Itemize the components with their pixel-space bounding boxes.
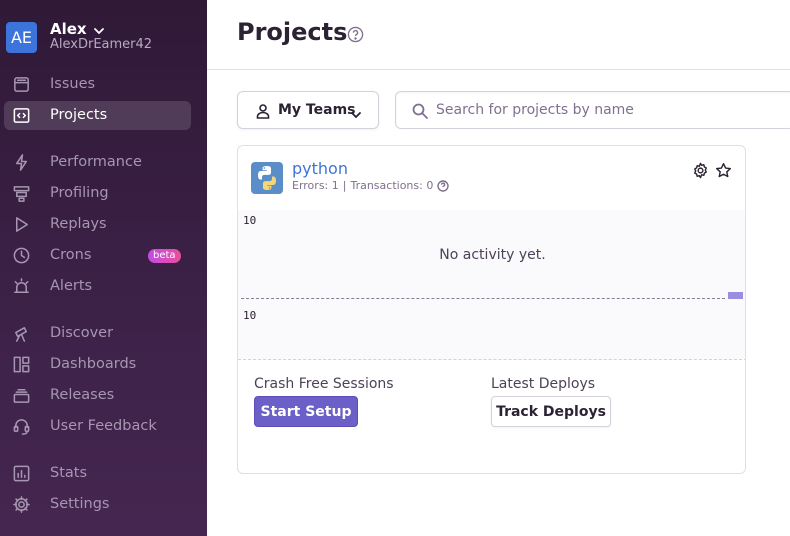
sidebar-item-profiling[interactable]: Profiling bbox=[4, 179, 191, 208]
help-icon[interactable] bbox=[437, 179, 450, 192]
sidebar-item-dashboards[interactable]: Dashboards bbox=[4, 350, 191, 379]
y-axis-top-label: 10 bbox=[243, 214, 257, 227]
activity-bar bbox=[728, 292, 743, 299]
sidebar-item-alerts[interactable]: Alerts bbox=[4, 272, 191, 301]
alerts-icon bbox=[12, 277, 31, 296]
releases-icon bbox=[12, 386, 31, 405]
sidebar: AE Alex AlexDrEamer42 Issues Projects Pe… bbox=[0, 0, 207, 536]
avatar: AE bbox=[6, 21, 37, 53]
errors-count: Errors: 1 bbox=[292, 179, 339, 192]
beta-badge: beta bbox=[148, 249, 181, 263]
crons-icon bbox=[12, 246, 31, 265]
sidebar-item-label: Stats bbox=[50, 465, 88, 481]
crash-free-sessions-label: Crash Free Sessions bbox=[254, 376, 394, 392]
user-icon bbox=[255, 103, 271, 119]
track-deploys-button[interactable]: Track Deploys bbox=[491, 396, 611, 427]
sidebar-item-performance[interactable]: Performance bbox=[4, 148, 191, 177]
sidebar-item-releases[interactable]: Releases bbox=[4, 381, 191, 410]
sidebar-item-user-feedback[interactable]: User Feedback bbox=[4, 412, 191, 441]
sidebar-item-label: Projects bbox=[50, 107, 108, 123]
performance-icon bbox=[12, 153, 31, 172]
sidebar-item-projects[interactable]: Projects bbox=[4, 101, 191, 130]
sidebar-item-label: Dashboards bbox=[50, 356, 137, 372]
sidebar-item-label: Crons bbox=[50, 247, 92, 263]
python-logo-icon bbox=[251, 162, 283, 194]
sidebar-item-label: Discover bbox=[50, 325, 114, 341]
chevron-down-icon bbox=[350, 106, 362, 119]
user-feedback-icon bbox=[12, 417, 31, 436]
y-axis-bottom-label: 10 bbox=[243, 309, 257, 322]
discover-icon bbox=[12, 324, 31, 343]
project-search bbox=[395, 91, 790, 129]
dashboards-icon bbox=[12, 355, 31, 374]
profiling-icon bbox=[12, 184, 31, 203]
project-stats: Errors: 1 | Transactions: 0 bbox=[292, 179, 450, 192]
sidebar-item-label: Issues bbox=[50, 76, 96, 92]
sidebar-item-label: Releases bbox=[50, 387, 115, 403]
sidebar-item-label: Settings bbox=[50, 496, 110, 512]
my-teams-label: My Teams bbox=[278, 102, 356, 118]
sidebar-item-label: Alerts bbox=[50, 278, 93, 294]
page-header: Projects bbox=[207, 0, 790, 70]
sidebar-item-issues[interactable]: Issues bbox=[4, 70, 191, 99]
transactions-count: Transactions: 0 bbox=[350, 179, 434, 192]
sidebar-item-label: Performance bbox=[50, 154, 142, 170]
stats-separator: | bbox=[342, 179, 347, 192]
sidebar-item-label: Replays bbox=[50, 216, 107, 232]
sidebar-item-replays[interactable]: Replays bbox=[4, 210, 191, 239]
page-title: Projects bbox=[237, 18, 348, 46]
issues-icon bbox=[12, 75, 31, 94]
latest-deploys-label: Latest Deploys bbox=[491, 376, 596, 392]
org-name: Alex bbox=[50, 19, 87, 38]
start-setup-button[interactable]: Start Setup bbox=[254, 396, 358, 427]
sidebar-item-settings[interactable]: Settings bbox=[4, 490, 191, 519]
stats-icon bbox=[12, 464, 31, 483]
org-username: AlexDrEamer42 bbox=[50, 37, 153, 53]
activity-chart: 10 No activity yet. 10 bbox=[238, 210, 745, 360]
org-switcher[interactable]: AE Alex AlexDrEamer42 bbox=[6, 19, 152, 55]
project-name-link[interactable]: python bbox=[292, 159, 348, 178]
search-input[interactable] bbox=[436, 100, 776, 120]
projects-icon bbox=[12, 106, 31, 125]
settings-icon bbox=[12, 495, 31, 514]
chart-bottom-border bbox=[238, 359, 745, 360]
my-teams-dropdown[interactable]: My Teams bbox=[237, 91, 379, 129]
sidebar-item-crons[interactable]: Crons beta bbox=[4, 241, 191, 270]
gear-icon[interactable] bbox=[692, 162, 709, 179]
sidebar-item-label: User Feedback bbox=[50, 418, 157, 434]
replays-icon bbox=[12, 215, 31, 234]
project-card: python Errors: 1 | Transactions: 0 10 No… bbox=[237, 145, 746, 474]
baseline-dashed-line bbox=[241, 298, 725, 299]
chevron-down-icon bbox=[93, 24, 105, 36]
no-activity-message: No activity yet. bbox=[439, 247, 546, 263]
star-icon[interactable] bbox=[715, 162, 732, 179]
help-icon[interactable] bbox=[347, 26, 364, 43]
sidebar-item-stats[interactable]: Stats bbox=[4, 459, 191, 488]
search-icon bbox=[412, 103, 428, 119]
sidebar-item-discover[interactable]: Discover bbox=[4, 319, 191, 348]
sidebar-item-label: Profiling bbox=[50, 185, 109, 201]
